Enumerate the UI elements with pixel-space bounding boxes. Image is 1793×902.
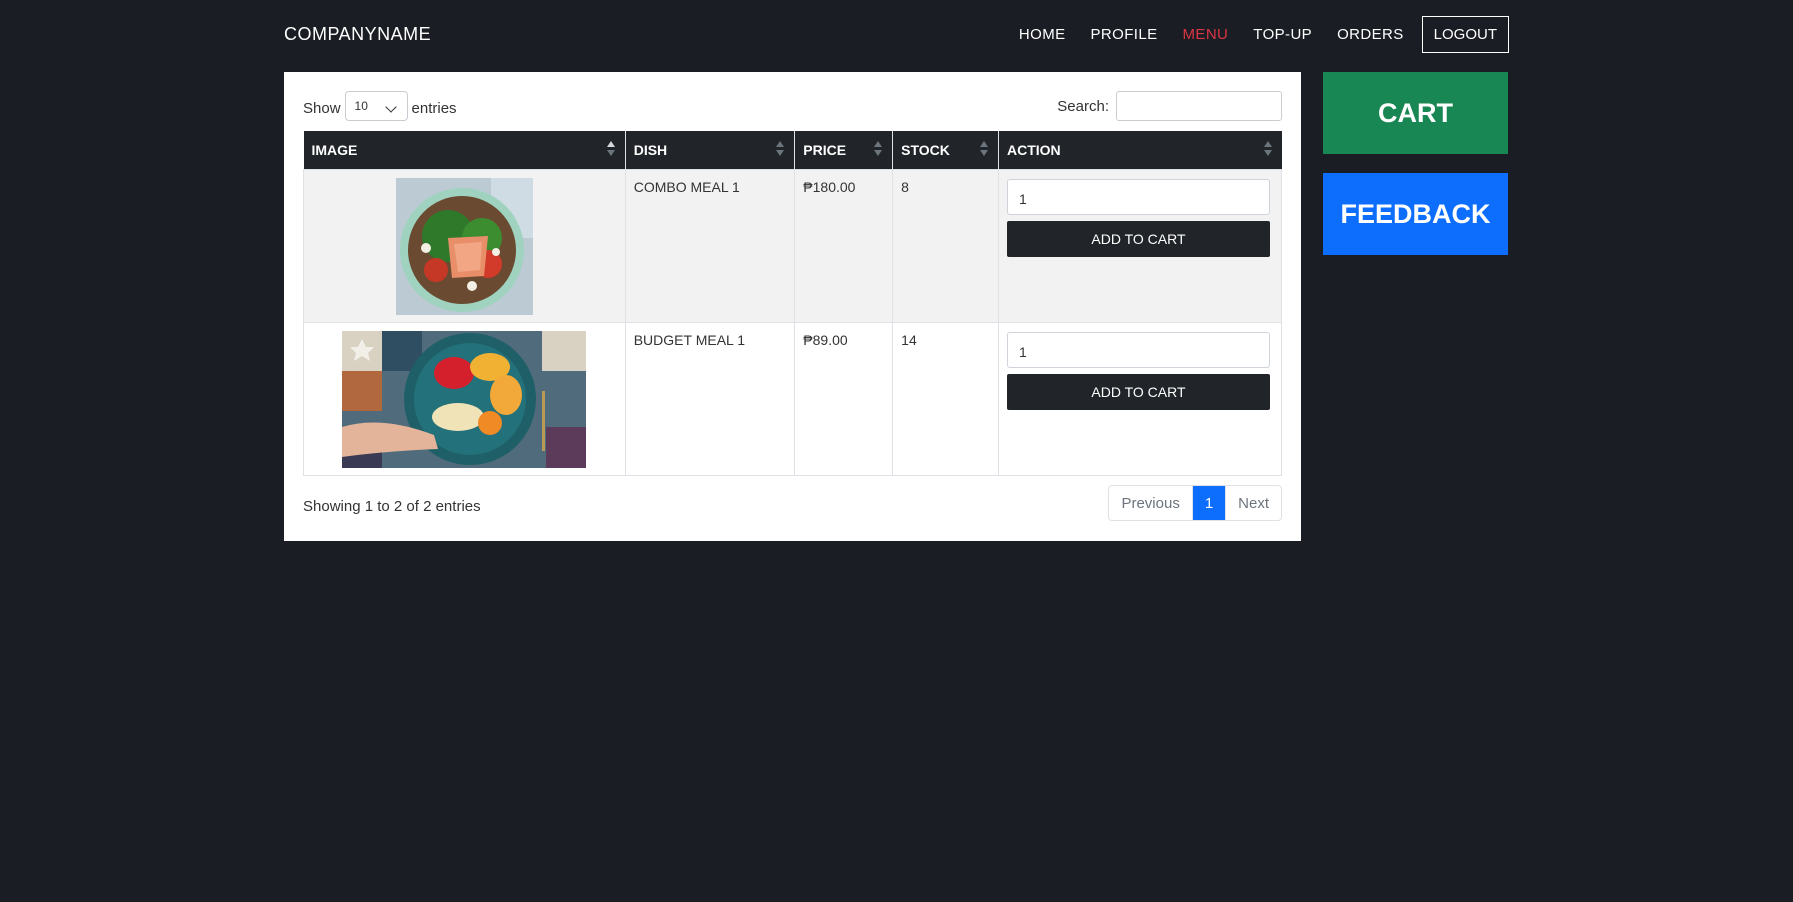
fruit-bowl-image: [342, 330, 587, 468]
dish-stock: 8: [892, 168, 999, 323]
search-control: Search:: [1057, 91, 1282, 121]
sort-icon: [1263, 141, 1272, 157]
sort-icon: [776, 141, 785, 157]
column-header-action[interactable]: ACTION: [997, 131, 1282, 169]
pagination-page-1[interactable]: 1: [1192, 486, 1226, 520]
brand-name[interactable]: COMPANYNAME: [284, 24, 431, 45]
salad-bowl-image: [395, 177, 533, 315]
feedback-button[interactable]: FEEDBACK: [1323, 173, 1508, 255]
nav-link-orders[interactable]: ORDERS: [1337, 26, 1404, 43]
menu-table: IMAGE DISH PRICE STOCK ACTION COMBO MEAL…: [303, 131, 1283, 476]
nav-link-profile[interactable]: PROFILE: [1091, 26, 1158, 43]
nav-link-menu[interactable]: MENU: [1183, 26, 1229, 43]
sort-icon: [979, 141, 988, 157]
table-row: BUDGET MEAL 1 ₱89.00 14 1 ADD TO CART: [303, 321, 1283, 476]
quantity-input[interactable]: 1: [1006, 178, 1270, 215]
column-header-price[interactable]: PRICE: [794, 131, 893, 169]
dish-name: COMBO MEAL 1: [624, 168, 796, 323]
action-cell: 1 ADD TO CART: [997, 321, 1283, 476]
dish-price: ₱180.00: [794, 168, 894, 323]
navbar: COMPANYNAME HOME PROFILE MENU TOP-UP ORD…: [0, 0, 1793, 70]
page-length-control: Show 10 entries: [303, 91, 457, 121]
quantity-input[interactable]: 1: [1006, 331, 1270, 368]
table-controls: Show 10 entries Search:: [303, 91, 1282, 121]
column-header-image[interactable]: IMAGE: [303, 131, 626, 169]
image-cell: [303, 321, 626, 476]
dish-price: ₱89.00: [794, 321, 894, 476]
nav-link-home[interactable]: HOME: [1019, 26, 1066, 43]
pagination: Previous 1 Next: [1108, 485, 1282, 521]
search-input[interactable]: [1116, 91, 1282, 121]
sort-icon: [606, 141, 615, 157]
column-header-stock[interactable]: STOCK: [892, 131, 999, 169]
action-cell: 1 ADD TO CART: [997, 168, 1283, 323]
pagination-next[interactable]: Next: [1225, 486, 1281, 520]
chevron-down-icon: [384, 101, 397, 113]
add-to-cart-button[interactable]: ADD TO CART: [1006, 373, 1270, 410]
page-length-select[interactable]: 10: [344, 91, 408, 121]
sort-icon: [874, 141, 883, 157]
nav-link-top-up[interactable]: TOP-UP: [1253, 26, 1312, 43]
page-length-value: 10: [354, 99, 368, 113]
cart-button[interactable]: CART: [1323, 72, 1508, 154]
pagination-previous[interactable]: Previous: [1109, 486, 1193, 520]
nav-links: HOME PROFILE MENU TOP-UP ORDERS LOGOUT: [994, 16, 1509, 53]
logout-button[interactable]: LOGOUT: [1421, 16, 1509, 53]
table-row: COMBO MEAL 1 ₱180.00 8 1 ADD TO CART: [303, 168, 1283, 323]
add-to-cart-button[interactable]: ADD TO CART: [1006, 220, 1270, 257]
column-header-dish[interactable]: DISH: [624, 131, 795, 169]
search-label: Search:: [1057, 97, 1109, 115]
show-label: Show: [303, 99, 341, 117]
table-info: Showing 1 to 2 of 2 entries: [303, 498, 481, 515]
image-cell: [303, 168, 626, 323]
entries-label: entries: [411, 99, 457, 117]
table-header-row: IMAGE DISH PRICE STOCK ACTION: [303, 131, 1282, 169]
dish-stock: 14: [892, 321, 999, 476]
menu-table-panel: Show 10 entries Search: IMAGE DISH PRICE…: [284, 72, 1301, 541]
dish-name: BUDGET MEAL 1: [624, 321, 796, 476]
